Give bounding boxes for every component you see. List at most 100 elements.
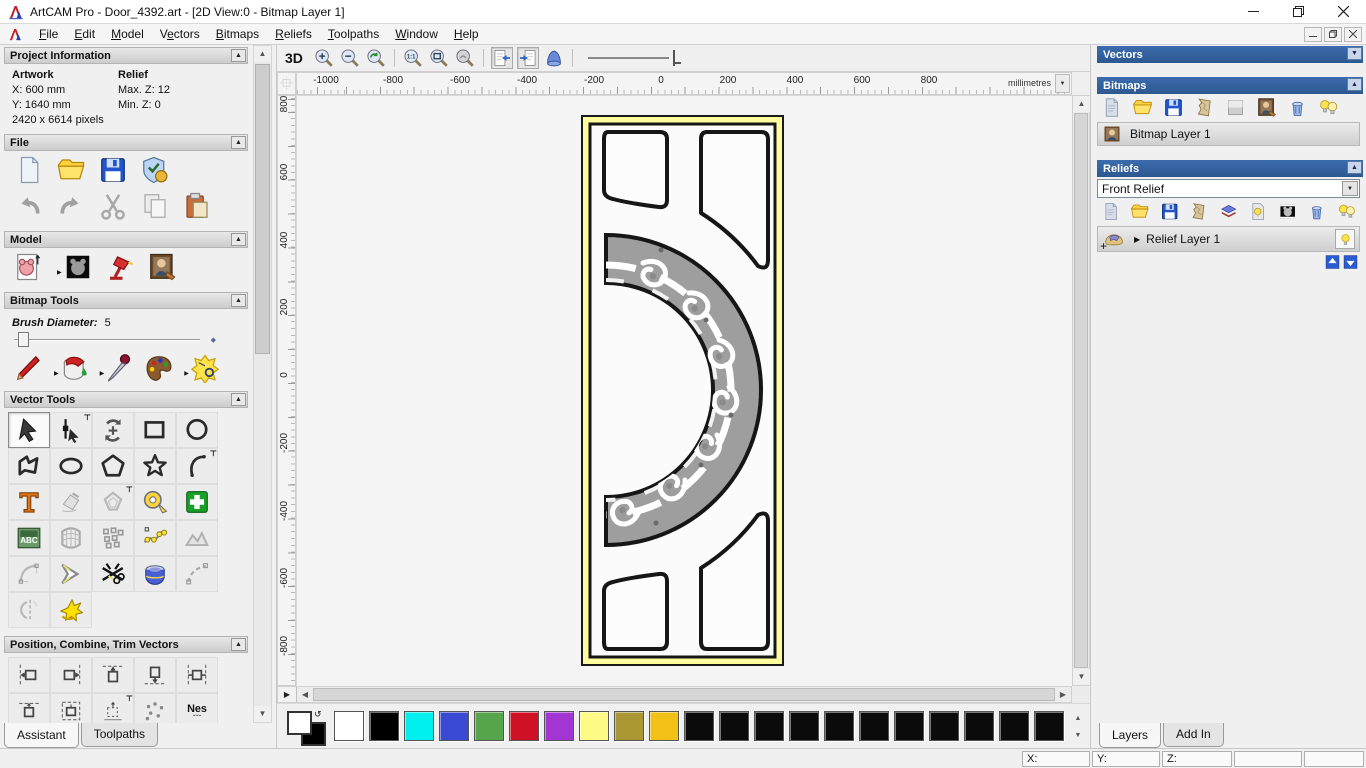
simulate-icon[interactable]	[543, 47, 565, 69]
lighting-icon[interactable]	[105, 252, 135, 282]
create-spline-cell[interactable]	[176, 556, 218, 592]
collapse-button[interactable]: ▲	[231, 638, 246, 651]
scroll-down-icon[interactable]: ▼	[254, 706, 271, 722]
load-texture-icon[interactable]	[1256, 97, 1277, 118]
scatter-copies-cell[interactable]	[134, 693, 176, 723]
zoom-previous-icon[interactable]	[365, 47, 387, 69]
colour-swatch[interactable]	[929, 711, 959, 741]
zoom-fit-icon[interactable]	[428, 47, 450, 69]
new-layer-icon[interactable]	[1101, 201, 1120, 222]
minimize-icon[interactable]	[1231, 0, 1276, 23]
create-ellipse-cell[interactable]	[50, 448, 92, 484]
relief-layer-row[interactable]: + ▶ Relief Layer 1	[1097, 226, 1360, 253]
snap-grid-cell[interactable]	[176, 484, 218, 520]
offset-vectors-cell[interactable]: ⊤	[92, 484, 134, 520]
create-text-icon[interactable]	[16, 489, 42, 515]
pick-colour-icon[interactable]	[105, 353, 135, 383]
envelope-distort-cell[interactable]	[50, 520, 92, 556]
snap-grid-icon[interactable]	[184, 489, 210, 515]
zoom-out-icon[interactable]	[339, 47, 361, 69]
create-polygon-cell[interactable]	[92, 448, 134, 484]
fit-vectors-cell[interactable]	[176, 520, 218, 556]
arrow-tool-cell[interactable]	[50, 556, 92, 592]
align-left-icon[interactable]	[16, 662, 42, 688]
flyout-arrow-icon[interactable]: ▶	[57, 269, 62, 276]
visibility-icon[interactable]	[1318, 97, 1339, 118]
colour-palette-icon[interactable]	[144, 353, 174, 383]
menu-file[interactable]: File	[31, 25, 66, 43]
flyout-arrow-icon[interactable]: ▶	[184, 370, 189, 377]
star-burst-icon[interactable]	[58, 597, 84, 623]
crumple-icon[interactable]	[1189, 201, 1208, 222]
relief-select[interactable]: Front Relief ▼	[1097, 179, 1360, 198]
highlight-icon[interactable]	[1248, 201, 1267, 222]
node-editing-icon[interactable]: ⊤	[58, 413, 91, 443]
stack-icon[interactable]	[1219, 201, 1238, 222]
toggle-left-pane-icon[interactable]	[490, 47, 513, 69]
view-blend-slider[interactable]	[587, 48, 683, 68]
envelope-distort-icon[interactable]	[58, 525, 84, 551]
weld-vectors-icon[interactable]	[142, 561, 168, 587]
colour-swatch[interactable]	[684, 711, 714, 741]
align-contour-icon[interactable]: ⊤	[100, 694, 133, 723]
weld-vectors-cell[interactable]	[134, 556, 176, 592]
create-circle-icon[interactable]	[184, 417, 210, 443]
layers-tab-add-in[interactable]: Add In	[1163, 723, 1224, 747]
create-ellipse-icon[interactable]	[58, 453, 84, 479]
align-right-cell[interactable]	[50, 657, 92, 693]
assistant-tab-toolpaths[interactable]: Toolpaths	[80, 723, 159, 747]
assistant-scrollbar[interactable]: ▲ ▼	[253, 45, 272, 723]
collapse-button[interactable]: ▲	[231, 393, 246, 406]
open-file-icon[interactable]	[1130, 201, 1149, 222]
open-file-icon[interactable]	[56, 155, 86, 185]
align-right-icon[interactable]	[58, 662, 84, 688]
down-blue-icon[interactable]	[1343, 255, 1358, 269]
crumple-icon[interactable]	[1194, 97, 1215, 118]
scroll-right-icon[interactable]: ▶	[1055, 687, 1071, 702]
blend-icon[interactable]	[1225, 97, 1246, 118]
bitmap-layer-row[interactable]: Bitmap Layer 1	[1097, 122, 1360, 146]
scrollbar-thumb[interactable]	[1074, 113, 1088, 668]
child-close-icon[interactable]	[1344, 26, 1362, 42]
flyout-arrow-icon[interactable]: ▶	[100, 370, 105, 377]
paste-icon[interactable]	[182, 191, 212, 221]
create-polygon-icon[interactable]	[100, 453, 126, 479]
colour-swatch[interactable]	[859, 711, 889, 741]
measure-tool-cell[interactable]	[134, 484, 176, 520]
arrow-tool-icon[interactable]	[58, 561, 84, 587]
nesting-cell[interactable]: Nes ˇˇˇ	[176, 693, 218, 723]
paint-icon[interactable]	[14, 353, 44, 383]
palette-scrollbar[interactable]: ▲ ▼	[1070, 710, 1088, 746]
colour-swatch[interactable]	[369, 711, 399, 741]
brush-diameter-slider[interactable]: ◆	[12, 331, 240, 349]
colour-swatch[interactable]	[474, 711, 504, 741]
align-bottom-icon[interactable]	[142, 662, 168, 688]
transform-vectors-cell[interactable]	[92, 412, 134, 448]
colour-swatch[interactable]	[649, 711, 679, 741]
collapse-button[interactable]: ▲	[1347, 161, 1362, 174]
collapse-button[interactable]: ▲	[231, 233, 246, 246]
delete-layer-icon[interactable]	[1287, 97, 1308, 118]
bitmaps-header[interactable]: Bitmaps ▲	[1097, 77, 1363, 94]
scrollbar-thumb[interactable]	[313, 688, 1055, 701]
colour-swatch[interactable]	[754, 711, 784, 741]
create-spline-icon[interactable]	[184, 561, 210, 587]
view-3d-button[interactable]: 3D	[285, 50, 303, 66]
assistant-tab-assistant[interactable]: Assistant	[4, 723, 79, 748]
colour-swatch[interactable]	[509, 711, 539, 741]
align-bottom-cell[interactable]	[134, 657, 176, 693]
colour-swatch[interactable]	[789, 711, 819, 741]
fgbg-colour-selector[interactable]: ↺	[287, 709, 333, 747]
block-copy-icon[interactable]	[100, 525, 126, 551]
create-circle-cell[interactable]	[176, 412, 218, 448]
align-contour-cell[interactable]: ⊤	[92, 693, 134, 723]
colour-swatch[interactable]	[439, 711, 469, 741]
ruler-units-dropdown-icon[interactable]: ▼	[1055, 74, 1070, 93]
block-copy-cell[interactable]	[92, 520, 134, 556]
colour-swatch[interactable]	[579, 711, 609, 741]
delete-layer-icon[interactable]	[1307, 201, 1326, 222]
zoom-1to1-icon[interactable]: 1:1	[402, 47, 424, 69]
select-vectors-cell[interactable]	[8, 412, 50, 448]
colour-swatch[interactable]	[964, 711, 994, 741]
close-icon[interactable]	[1321, 0, 1366, 23]
